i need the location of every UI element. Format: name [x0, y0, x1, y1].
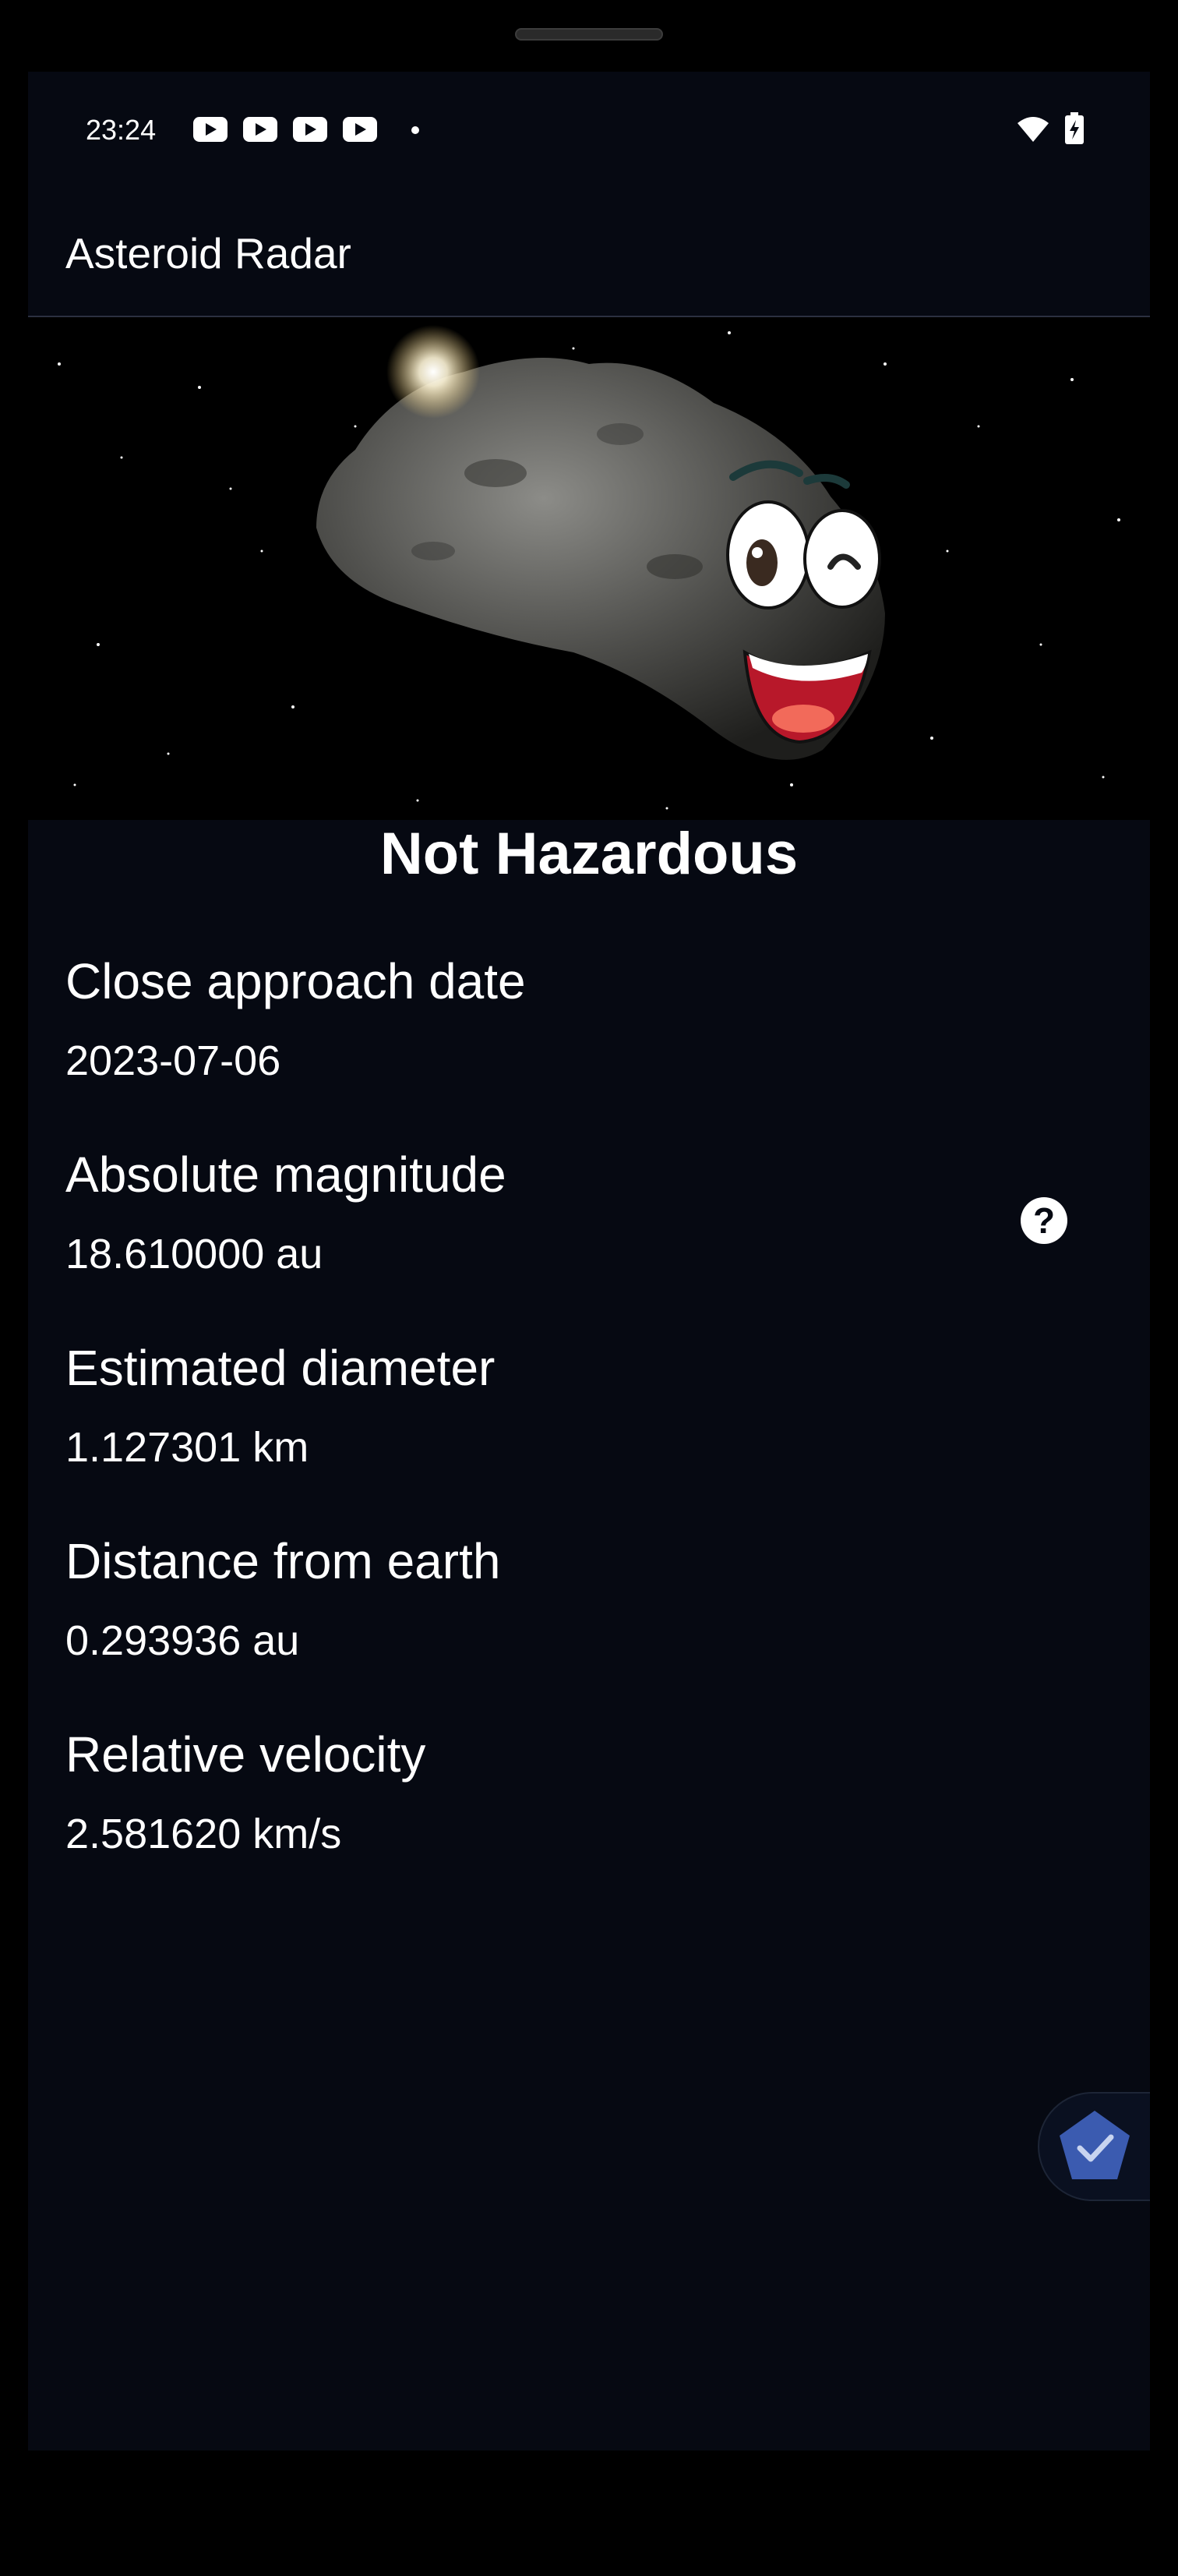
- wifi-icon: [1018, 117, 1049, 142]
- detail-label: Estimated diameter: [65, 1340, 496, 1396]
- app-title: Asteroid Radar: [65, 229, 351, 277]
- detail-value: 18.610000 au: [65, 1231, 323, 1277]
- screen: 23:24 Asteroid Radar Not Hazardous Close…: [28, 72, 1150, 2451]
- check-badge-icon: [1060, 2111, 1130, 2179]
- youtube-notification-icon: [193, 117, 227, 142]
- detail-label: Relative velocity: [65, 1726, 426, 1783]
- floating-check-button[interactable]: [1038, 2092, 1150, 2201]
- speaker-grille: [515, 28, 663, 41]
- asteroid-hero-image: [28, 317, 1150, 820]
- detail-value: 0.293936 au: [65, 1617, 300, 1664]
- youtube-notification-icon: [343, 117, 377, 142]
- detail-absolute-magnitude: Absolute magnitude 18.610000 au: [65, 1146, 506, 1278]
- detail-estimated-diameter: Estimated diameter 1.127301 km: [65, 1339, 495, 1472]
- detail-value: 2023-07-06: [65, 1037, 281, 1084]
- detail-relative-velocity: Relative velocity 2.581620 km/s: [65, 1726, 425, 1858]
- detail-label: Close approach date: [65, 953, 526, 1009]
- more-notifications-icon: [411, 126, 419, 134]
- detail-close-approach-date: Close approach date 2023-07-06: [65, 952, 526, 1085]
- detail-value: 1.127301 km: [65, 1424, 309, 1471]
- status-bar: 23:24: [28, 72, 1150, 185]
- youtube-notification-icon: [293, 117, 327, 142]
- detail-label: Distance from earth: [65, 1533, 501, 1589]
- detail-distance-from-earth: Distance from earth 0.293936 au: [65, 1532, 500, 1665]
- smiling-asteroid-illustration: [28, 317, 1150, 820]
- battery-charging-icon: [1065, 112, 1084, 144]
- app-bar: Asteroid Radar: [28, 185, 1150, 317]
- detail-value: 2.581620 km/s: [65, 1811, 342, 1857]
- status-time: 23:24: [86, 114, 157, 146]
- device-frame: 23:24 Asteroid Radar Not Hazardous Close…: [0, 0, 1178, 2576]
- detail-label: Absolute magnitude: [65, 1147, 506, 1203]
- youtube-notification-icon: [243, 117, 277, 142]
- help-icon[interactable]: ?: [1021, 1197, 1067, 1244]
- hazard-status: Not Hazardous: [379, 821, 799, 887]
